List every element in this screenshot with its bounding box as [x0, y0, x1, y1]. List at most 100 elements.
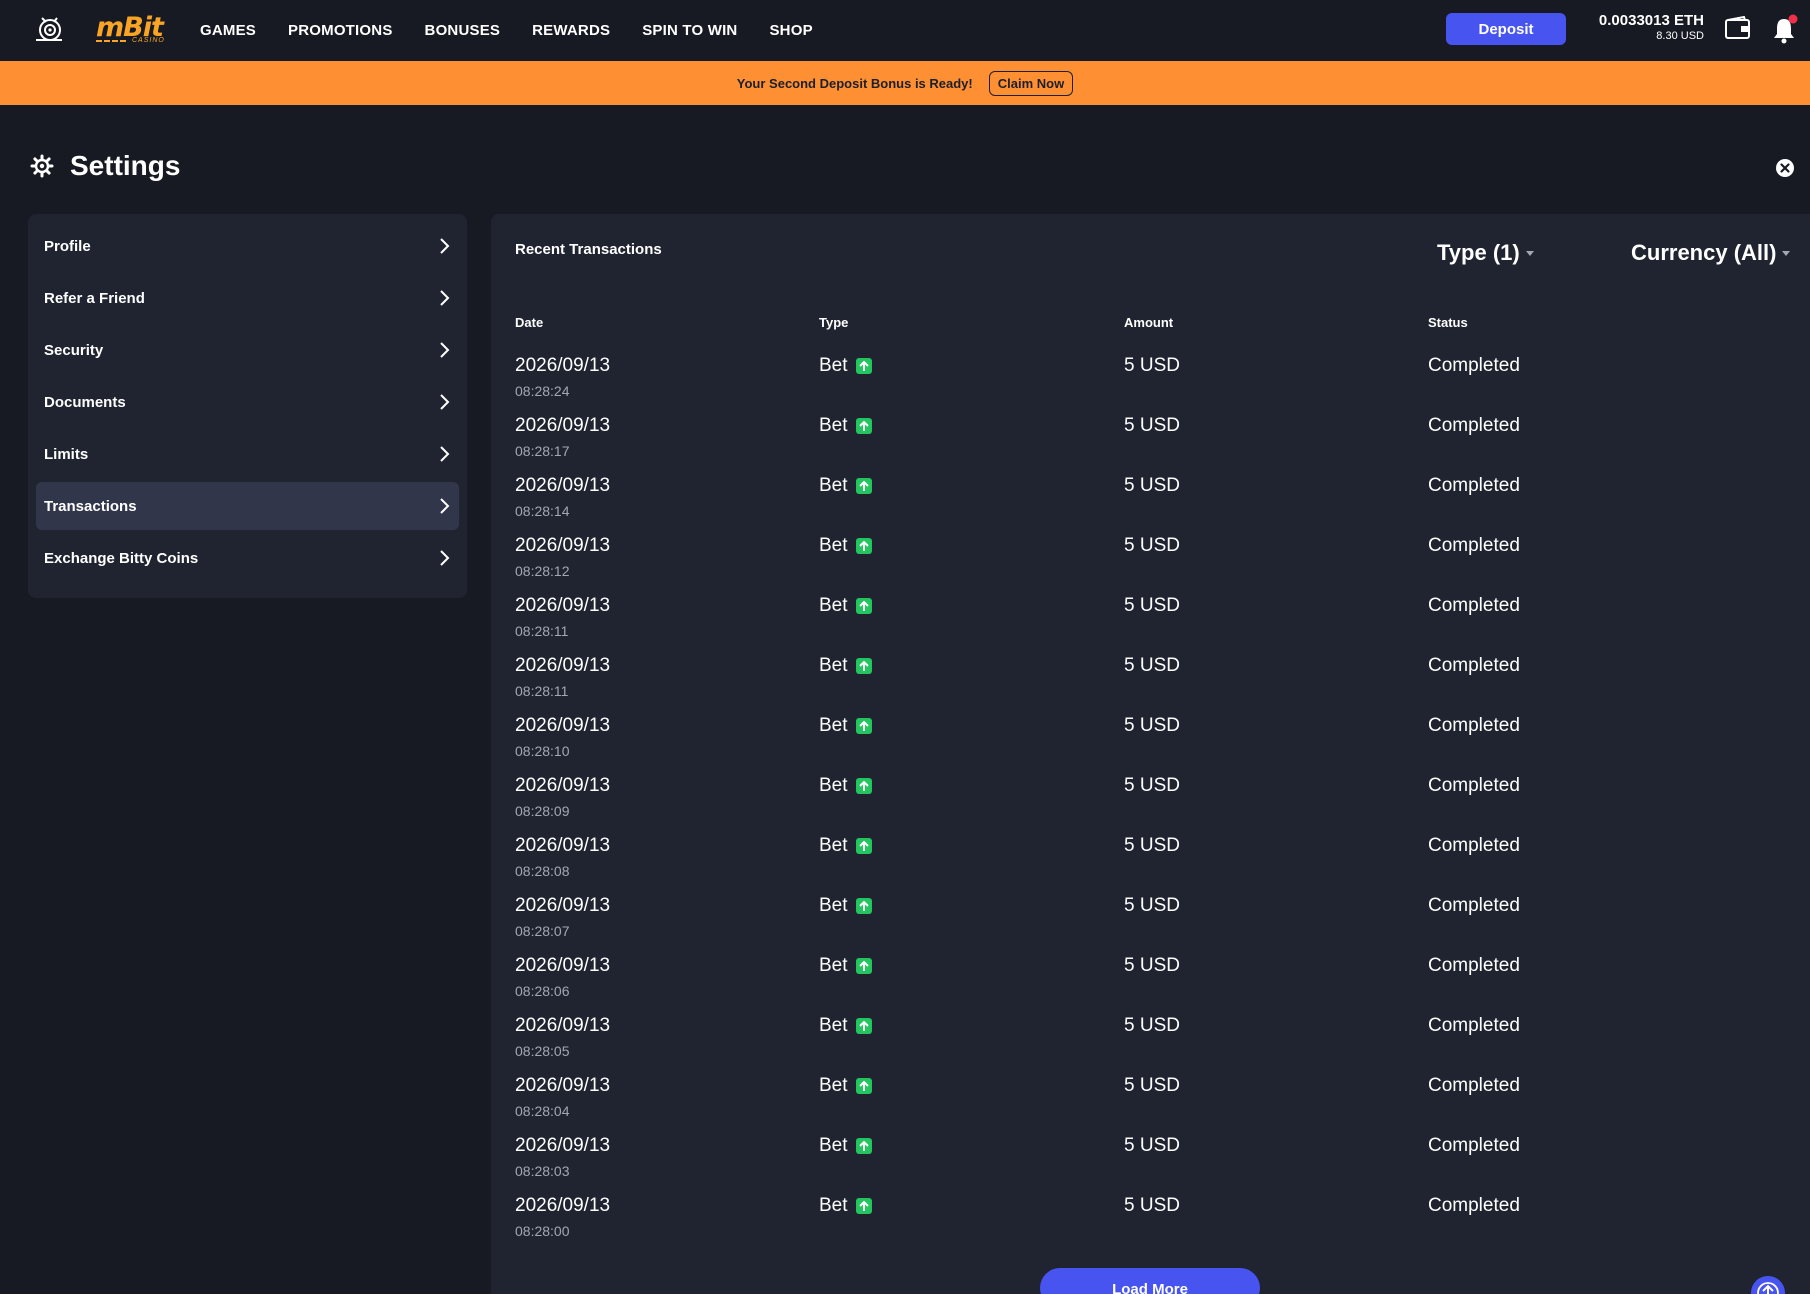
- balance-crypto: 0.0033013 ETH: [1598, 12, 1704, 29]
- table-row: 2026/09/13 08:28:24 Bet 5 USD Completed: [491, 352, 1810, 412]
- deposit-button[interactable]: Deposit: [1446, 13, 1566, 45]
- page-title: Settings: [70, 150, 181, 181]
- column-header-type[interactable]: Type: [819, 315, 848, 330]
- row-date: 2026/09/13: [515, 475, 611, 496]
- caret-down-icon: [1782, 250, 1791, 256]
- arrow-up-icon: [855, 418, 872, 434]
- row-amount: 5 USD: [1124, 1015, 1180, 1036]
- column-header-status[interactable]: Status: [1428, 315, 1468, 330]
- row-type-label: Bet: [819, 655, 848, 676]
- sidebar-item-limits[interactable]: Limits: [36, 430, 459, 478]
- row-type: Bet: [819, 955, 872, 977]
- logo-dash: [96, 40, 126, 42]
- arrow-up-icon: [855, 718, 872, 734]
- row-type: Bet: [819, 535, 872, 557]
- sidebar-item-profile[interactable]: Profile: [36, 222, 459, 270]
- currency-filter-dropdown[interactable]: Currency (All): [1631, 240, 1791, 266]
- row-status: Completed: [1428, 595, 1520, 616]
- row-time: 08:28:14: [515, 503, 570, 519]
- column-header-date[interactable]: Date: [515, 315, 543, 330]
- row-status: Completed: [1428, 655, 1520, 676]
- table-row: 2026/09/13 08:28:11 Bet 5 USD Completed: [491, 652, 1810, 712]
- row-time: 08:28:09: [515, 803, 570, 819]
- brand-logo-sub: CASINO: [132, 37, 165, 44]
- sidebar-item-security[interactable]: Security: [36, 326, 459, 374]
- row-date: 2026/09/13: [515, 1135, 611, 1156]
- mascot-icon[interactable]: [33, 14, 65, 46]
- row-status: Completed: [1428, 775, 1520, 796]
- page-header: Settings: [30, 150, 180, 182]
- sidebar-item-label: Profile: [44, 237, 91, 255]
- sidebar-item-transactions[interactable]: Transactions: [36, 482, 459, 530]
- nav-shop[interactable]: SHOP: [769, 22, 812, 39]
- arrow-up-icon: [855, 1018, 872, 1034]
- sidebar-item-label: Exchange Bitty Coins: [44, 549, 199, 567]
- table-row: 2026/09/13 08:28:08 Bet 5 USD Completed: [491, 832, 1810, 892]
- nav-games[interactable]: GAMES: [200, 22, 256, 39]
- gear-icon: [30, 154, 54, 178]
- row-type: Bet: [819, 1075, 872, 1097]
- row-time: 08:28:07: [515, 923, 570, 939]
- arrow-up-icon: [855, 1138, 872, 1154]
- row-time: 08:28:24: [515, 383, 570, 399]
- arrow-up-icon: [855, 898, 872, 914]
- chevron-right-icon: [440, 446, 450, 462]
- sidebar-item-label: Transactions: [44, 497, 137, 515]
- nav-rewards[interactable]: REWARDS: [532, 22, 610, 39]
- claim-now-button[interactable]: Claim Now: [988, 70, 1074, 96]
- wallet-icon[interactable]: [1725, 16, 1751, 40]
- chevron-right-icon: [440, 550, 450, 566]
- sidebar-item-refer-a-friend[interactable]: Refer a Friend: [36, 274, 459, 322]
- nav-bonuses[interactable]: BONUSES: [425, 22, 501, 39]
- row-time: 08:28:04: [515, 1103, 570, 1119]
- chevron-right-icon: [440, 498, 450, 514]
- row-amount: 5 USD: [1124, 835, 1180, 856]
- chevron-right-icon: [440, 290, 450, 306]
- table-row: 2026/09/13 08:28:03 Bet 5 USD Completed: [491, 1132, 1810, 1192]
- arrow-up-icon: [855, 598, 872, 614]
- row-type-label: Bet: [819, 1195, 848, 1216]
- row-status: Completed: [1428, 535, 1520, 556]
- sidebar-item-documents[interactable]: Documents: [36, 378, 459, 426]
- row-amount: 5 USD: [1124, 895, 1180, 916]
- row-amount: 5 USD: [1124, 475, 1180, 496]
- row-type: Bet: [819, 595, 872, 617]
- row-amount: 5 USD: [1124, 715, 1180, 736]
- row-type: Bet: [819, 1015, 872, 1037]
- type-filter-dropdown[interactable]: Type (1): [1437, 240, 1534, 266]
- top-navigation: mBit CASINO GAMES PROMOTIONS BONUSES REW…: [0, 0, 1810, 61]
- table-row: 2026/09/13 08:28:09 Bet 5 USD Completed: [491, 772, 1810, 832]
- row-type-label: Bet: [819, 835, 848, 856]
- row-time: 08:28:00: [515, 1223, 570, 1239]
- row-date: 2026/09/13: [515, 1195, 611, 1216]
- row-status: Completed: [1428, 1135, 1520, 1156]
- row-amount: 5 USD: [1124, 1135, 1180, 1156]
- row-date: 2026/09/13: [515, 775, 611, 796]
- row-type-label: Bet: [819, 895, 848, 916]
- sidebar-item-label: Refer a Friend: [44, 289, 145, 307]
- currency-filter-label: Currency (All): [1631, 240, 1777, 265]
- column-header-amount[interactable]: Amount: [1124, 315, 1173, 330]
- row-type: Bet: [819, 1195, 872, 1217]
- row-type: Bet: [819, 415, 872, 437]
- row-date: 2026/09/13: [515, 415, 611, 436]
- chevron-right-icon: [440, 238, 450, 254]
- bell-icon[interactable]: [1772, 14, 1798, 44]
- row-status: Completed: [1428, 355, 1520, 376]
- nav-spin-to-win[interactable]: SPIN TO WIN: [642, 22, 737, 39]
- nav-promotions[interactable]: PROMOTIONS: [288, 22, 393, 39]
- sidebar-item-exchange-bitty-coins[interactable]: Exchange Bitty Coins: [36, 534, 459, 582]
- row-type-label: Bet: [819, 1015, 848, 1036]
- row-date: 2026/09/13: [515, 535, 611, 556]
- row-status: Completed: [1428, 1195, 1520, 1216]
- row-time: 08:28:11: [515, 623, 569, 639]
- load-more-button[interactable]: Load More: [1040, 1268, 1260, 1294]
- type-filter-label: Type (1): [1437, 240, 1520, 265]
- balance-display[interactable]: 0.0033013 ETH 8.30 USD: [1599, 12, 1704, 42]
- row-time: 08:28:17: [515, 443, 570, 459]
- row-date: 2026/09/13: [515, 715, 611, 736]
- table-row: 2026/09/13 08:28:00 Bet 5 USD Completed: [491, 1192, 1810, 1252]
- close-icon[interactable]: [1775, 158, 1795, 178]
- row-date: 2026/09/13: [515, 655, 611, 676]
- row-status: Completed: [1428, 475, 1520, 496]
